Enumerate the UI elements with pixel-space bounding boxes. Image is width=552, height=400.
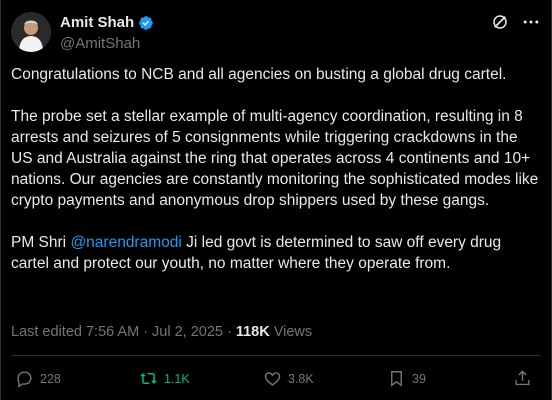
post-paragraph-3: PM Shri @narendramodi Ji led govt is det…: [11, 232, 543, 274]
post-paragraph-2: The probe set a stellar example of multi…: [11, 108, 539, 209]
repost-icon: [140, 372, 157, 385]
reply-icon: [17, 371, 32, 388]
edited-time[interactable]: Last edited 7:56 AM: [11, 324, 139, 340]
bookmark-count: 39: [412, 371, 426, 386]
mention-link[interactable]: @narendramodi: [70, 234, 181, 251]
repost-button[interactable]: 1.1K: [139, 369, 190, 388]
more-options-icon[interactable]: [521, 12, 541, 32]
paragraph-3-prefix: PM Shri: [11, 234, 71, 251]
meta-separator-2: ·: [226, 324, 232, 340]
author-name-row: Amit Shah: [60, 14, 154, 31]
bookmark-icon: [391, 371, 402, 387]
post-date[interactable]: Jul 2, 2025: [152, 324, 223, 340]
author-name[interactable]: Amit Shah: [60, 14, 134, 31]
reply-button[interactable]: 228: [15, 369, 61, 388]
views-label: Views: [273, 324, 313, 340]
like-count: 3.8K: [288, 371, 314, 386]
repost-count: 1.1K: [164, 371, 190, 386]
post-header: Amit Shah @AmitShah: [1, 0, 551, 60]
like-button[interactable]: 3.8K: [263, 369, 314, 388]
post-paragraph-1: Congratulations to NCB and all agencies …: [11, 66, 507, 83]
avatar-image: [11, 12, 51, 52]
share-icon: [515, 370, 530, 386]
grok-icon[interactable]: [491, 13, 509, 31]
action-bar: 228 1.1K 3.8K 39: [1, 365, 551, 395]
meta-separator: ·: [143, 324, 149, 340]
post-text: Congratulations to NCB and all agencies …: [11, 64, 543, 274]
post-card: Amit Shah @AmitShah Congratulations to N…: [0, 0, 552, 400]
author-handle[interactable]: @AmitShah: [60, 35, 140, 52]
reply-count: 228: [40, 371, 61, 386]
share-button[interactable]: [513, 369, 538, 388]
heart-icon: [264, 372, 281, 386]
avatar[interactable]: [11, 12, 51, 52]
bookmark-button[interactable]: 39: [387, 369, 426, 388]
verified-badge-icon: [139, 15, 154, 30]
divider: [11, 355, 541, 356]
views-count: 118K: [235, 324, 270, 340]
post-meta: Last edited 7:56 AM · Jul 2, 2025 · 118K…: [11, 324, 312, 340]
